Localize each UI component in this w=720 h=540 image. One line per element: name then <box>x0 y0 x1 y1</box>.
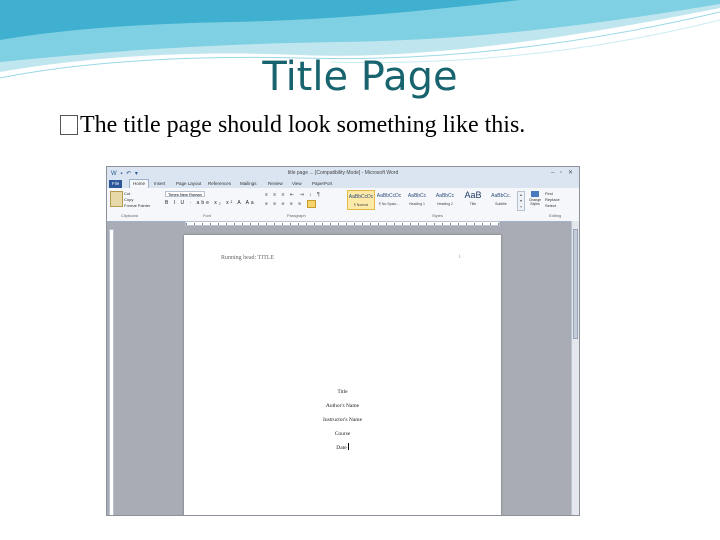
clipboard-items: Cut Copy Format Painter <box>124 191 150 209</box>
style-sample: AaBbCcDc <box>348 194 374 200</box>
change-styles-button[interactable]: Change Styles <box>527 191 543 206</box>
tab-page-layout[interactable]: Page Layout <box>173 180 204 188</box>
font-format-buttons[interactable]: B I U · abe x₂ x² A Aa <box>165 200 256 206</box>
style-name: Title <box>469 202 477 206</box>
paragraph-align-buttons[interactable]: ≡ ≡ ≡ ≡ ≡ <box>265 201 303 207</box>
tab-paperport[interactable]: PaperPort <box>309 180 335 188</box>
date-text: Date <box>336 445 347 451</box>
style-name: Heading 2 <box>437 202 453 206</box>
title-line: Title <box>337 389 348 395</box>
group-label-font: Font <box>203 213 212 218</box>
document-page[interactable]: Running head: TITLE 1 Title Author's Nam… <box>184 235 501 515</box>
style-no-spacing[interactable]: AaBbCcDc ¶ No Spaci... <box>375 190 403 210</box>
tab-home[interactable]: Home <box>129 179 150 188</box>
group-label-editing: Editing <box>549 213 562 218</box>
style-name: ¶ Normal <box>353 203 369 207</box>
bullet-text-line: The title page should look something lik… <box>60 112 525 139</box>
course-line: Course <box>334 431 351 437</box>
group-label-clipboard: Clipboard <box>121 213 139 218</box>
vertical-scrollbar[interactable] <box>571 221 579 515</box>
ruler-ticks <box>186 223 499 225</box>
style-normal[interactable]: AaBbCcDc ¶ Normal <box>347 190 375 210</box>
ribbon-tabs: File Home Insert Page Layout References … <box>107 179 579 188</box>
select-button[interactable]: Select <box>545 203 560 209</box>
bullet-glyph-icon <box>60 115 78 135</box>
paste-icon[interactable] <box>110 191 123 207</box>
style-heading-2[interactable]: AaBbCc Heading 2 <box>431 190 459 210</box>
format-painter-button[interactable]: Format Painter <box>124 203 150 209</box>
style-subtitle[interactable]: AaBbCc. Subtitle <box>487 190 515 210</box>
style-name: Subtitle <box>495 202 507 206</box>
bullet-text: The title page should look something lik… <box>80 112 526 138</box>
styles-gallery: AaBbCcDc ¶ Normal AaBbCcDc ¶ No Spaci... A… <box>347 190 515 210</box>
instructor-line: Instructor's Name <box>322 417 363 423</box>
window-buttons[interactable]: – ▫ ✕ <box>551 169 575 176</box>
styles-scroll-arrows[interactable]: ▴ ▾ ▿ <box>517 191 525 211</box>
tab-file[interactable]: File <box>109 180 123 188</box>
scrollbar-thumb[interactable] <box>573 229 578 339</box>
slide-title: Title Page <box>262 54 458 100</box>
style-title[interactable]: AaB Title <box>459 190 487 210</box>
running-head: Running head: TITLE <box>221 255 275 261</box>
style-sample: AaBbCc <box>407 193 427 199</box>
tab-insert[interactable]: Insert <box>151 180 168 188</box>
font-name-select[interactable]: Times New Roman <box>165 191 205 197</box>
style-sample: AaBbCc. <box>491 193 511 199</box>
paragraph-buttons-row2: ≡ ≡ ≡ ≡ ≡ <box>265 200 316 208</box>
title-block: Title Author's Name Instructor's Name Co… <box>184 385 501 455</box>
shading-icon[interactable] <box>306 200 316 208</box>
editing-group: Find Replace Select <box>545 191 560 209</box>
group-label-styles: Styles <box>432 213 443 218</box>
word-screenshot: W ▪ ↶ ▾ title page ... [Compatibility Mo… <box>106 166 580 516</box>
date-line: Date <box>184 441 501 455</box>
change-styles-label: Change Styles <box>528 198 542 206</box>
paragraph-buttons-row1[interactable]: ≡ ≡ ≡ ⇤ ⇥ ↕ ¶ <box>265 192 322 198</box>
page-number: 1 <box>458 255 462 260</box>
vertical-ruler[interactable] <box>109 229 114 515</box>
author-line: Author's Name <box>325 403 360 409</box>
style-sample: AaBbCcDc <box>376 193 402 199</box>
style-heading-1[interactable]: AaBbCc Heading 1 <box>403 190 431 210</box>
ribbon-home: Cut Copy Format Painter Clipboard Times … <box>107 188 579 222</box>
text-cursor <box>347 443 349 450</box>
tab-mailings[interactable]: Mailings <box>237 180 260 188</box>
quick-access-toolbar: W ▪ ↶ ▾ title page ... [Compatibility Mo… <box>107 167 579 179</box>
style-name: Heading 1 <box>409 202 425 206</box>
style-name: ¶ No Spaci... <box>379 202 399 206</box>
tab-references[interactable]: References <box>205 180 234 188</box>
group-label-paragraph: Paragraph <box>287 213 306 218</box>
style-sample: AaB <box>464 190 482 200</box>
tab-view[interactable]: View <box>289 180 305 188</box>
style-sample: AaBbCc <box>435 193 455 199</box>
change-styles-icon <box>531 191 539 197</box>
horizontal-ruler[interactable] <box>185 221 500 226</box>
window-title: title page ... [Compatibility Mode] - Mi… <box>287 170 399 176</box>
tab-review[interactable]: Review <box>265 180 286 188</box>
